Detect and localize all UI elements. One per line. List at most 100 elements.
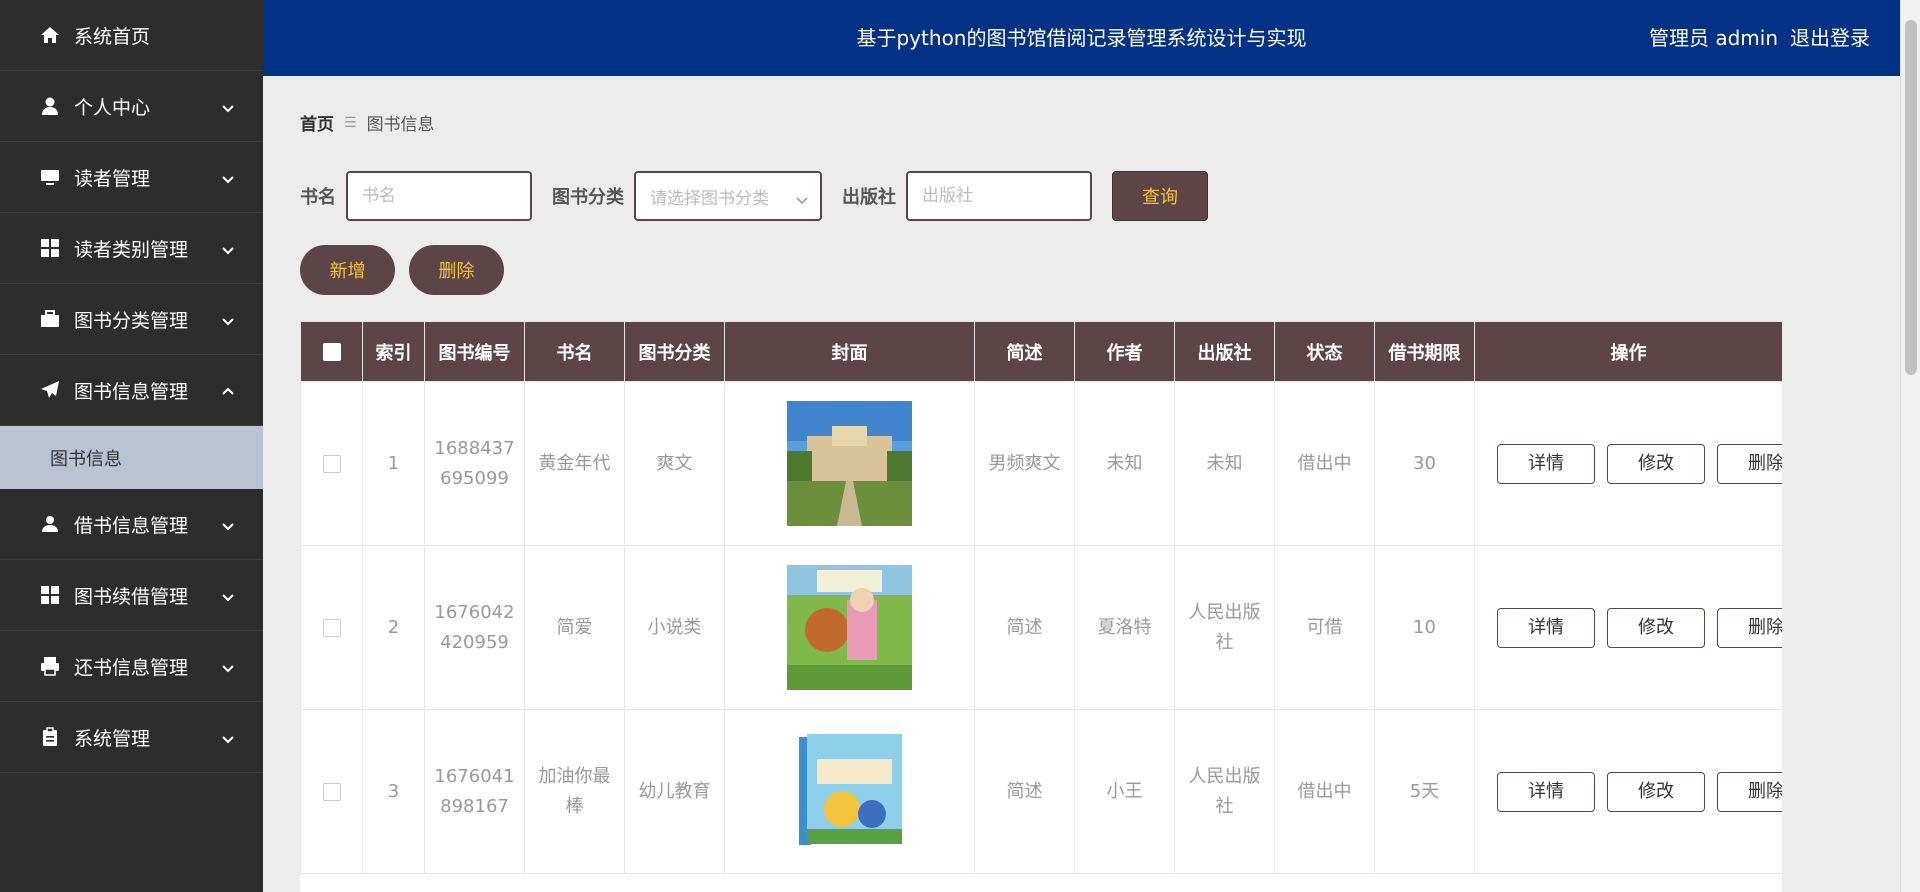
sidebar: 系统首页 个人中心 读者管理 读者类别管理 图书分类管理 图书信息管理 图书信息…: [0, 0, 263, 892]
sidebar-item-home[interactable]: 系统首页: [0, 0, 263, 71]
cell-period: 10: [1374, 545, 1475, 710]
cell-period: 30: [1374, 381, 1475, 546]
cell-desc: 简述: [974, 545, 1075, 710]
book-table: 索引 图书编号 书名 图书分类 封面 简述 作者 出版社 状态 借书期限 操作 …: [300, 321, 1782, 892]
sidebar-item-label: 借书信息管理: [74, 514, 189, 537]
breadcrumb-current: 图书信息: [366, 115, 435, 135]
delete-button[interactable]: 删除: [409, 245, 504, 295]
detail-button[interactable]: 详情: [1497, 443, 1595, 484]
action-bar: 新增 删除: [300, 245, 518, 295]
cell-code: 1676041898167: [424, 709, 525, 874]
chevron-down-icon: [221, 311, 235, 326]
detail-button[interactable]: 详情: [1497, 607, 1595, 648]
user-icon: [40, 96, 60, 116]
name-label: 书名: [300, 187, 336, 208]
chevron-down-icon: [221, 587, 235, 602]
row-checkbox[interactable]: [322, 618, 341, 637]
row-delete-button[interactable]: 删除: [1717, 607, 1782, 648]
cell-code: 1676042420959: [424, 545, 525, 710]
table-header-row: 索引 图书编号 书名 图书分类 封面 简述 作者 出版社 状态 借书期限 操作: [300, 321, 1782, 382]
sidebar-item-reader-management[interactable]: 读者管理: [0, 142, 263, 213]
sidebar-item-personal-center[interactable]: 个人中心: [0, 71, 263, 142]
cell-operations: 详情 修改 删除: [1474, 709, 1782, 874]
cell-category: 小说类: [624, 545, 725, 710]
edit-button[interactable]: 修改: [1607, 771, 1705, 812]
cell-status: 可借: [1274, 545, 1375, 710]
cell-category: 爽文: [624, 381, 725, 546]
edit-button[interactable]: 修改: [1607, 443, 1705, 484]
briefcase-icon: [40, 309, 60, 329]
sidebar-subitem-label: 图书信息: [50, 448, 122, 470]
sidebar-item-book-category[interactable]: 图书分类管理: [0, 284, 263, 355]
sidebar-item-reader-category[interactable]: 读者类别管理: [0, 213, 263, 284]
cell-index: 3: [362, 709, 425, 874]
row-checkbox[interactable]: [322, 454, 341, 473]
cell-name: 加油你最棒: [524, 709, 625, 874]
sidebar-item-borrow-management[interactable]: 借书信息管理: [0, 489, 263, 560]
col-header: 借书期限: [1374, 321, 1475, 382]
select-all-checkbox[interactable]: [322, 343, 341, 361]
cell-author: 小王: [1074, 709, 1175, 874]
scrollbar-thumb[interactable]: [1905, 20, 1917, 375]
sidebar-item-system-management[interactable]: 系统管理: [0, 702, 263, 773]
publisher-input[interactable]: [906, 171, 1092, 221]
cell-status: 借出中: [1274, 709, 1375, 874]
row-delete-button[interactable]: 删除: [1717, 443, 1782, 484]
col-header: 图书分类: [624, 321, 725, 382]
table-row: 1 1688437695099 黄金年代 爽文 男频爽文 未知 未知 借出中 3…: [300, 381, 1782, 546]
edit-button[interactable]: 修改: [1607, 607, 1705, 648]
add-button[interactable]: 新增: [300, 245, 395, 295]
page-scrollbar[interactable]: [1900, 0, 1920, 892]
grid-icon: [40, 585, 60, 605]
cell-status: 借出中: [1274, 381, 1375, 546]
cell-name: 简爱: [524, 545, 625, 710]
row-select-cell: [300, 545, 363, 710]
book-cover-image: [787, 401, 912, 526]
col-header: 作者: [1074, 321, 1175, 382]
cell-author: 夏洛特: [1074, 545, 1175, 710]
row-select-cell: [300, 709, 363, 874]
col-header: 图书编号: [424, 321, 525, 382]
chevron-down-icon: [221, 658, 235, 673]
sidebar-item-label: 系统管理: [74, 727, 151, 750]
table-row: 3 1676041898167 加油你最棒 幼儿教育 简述 小王 人民出版社 借…: [300, 709, 1782, 874]
query-button[interactable]: 查询: [1112, 171, 1208, 221]
breadcrumb-home[interactable]: 首页: [300, 110, 334, 135]
breadcrumb: 首页 ☰ 图书信息: [300, 110, 435, 136]
cell-desc: 简述: [974, 709, 1075, 874]
col-header: 操作: [1474, 321, 1782, 382]
sidebar-item-return-management[interactable]: 还书信息管理: [0, 631, 263, 702]
sidebar-item-label: 图书分类管理: [74, 309, 189, 332]
sidebar-item-book-info-management[interactable]: 图书信息管理: [0, 355, 263, 426]
chevron-down-icon: [221, 240, 235, 255]
table-row: 2 1676042420959 简爱 小说类 简述 夏洛特 人民出版社 可借 1…: [300, 545, 1782, 710]
cell-cover: [724, 709, 975, 874]
row-checkbox[interactable]: [322, 782, 341, 801]
row-select-cell: [300, 381, 363, 546]
sidebar-item-label: 读者类别管理: [74, 238, 189, 261]
name-input[interactable]: [346, 171, 532, 221]
category-placeholder: 请选择图书分类: [650, 188, 769, 209]
col-header: 封面: [724, 321, 975, 382]
category-select[interactable]: 请选择图书分类: [634, 171, 822, 221]
col-header: 索引: [362, 321, 425, 382]
sidebar-subitem-book-info[interactable]: 图书信息: [0, 426, 263, 489]
search-bar: 书名 图书分类 请选择图书分类 出版社 查询: [300, 171, 1208, 221]
logout-link[interactable]: 退出登录: [1790, 26, 1870, 50]
cell-operations: 详情 修改 删除: [1474, 545, 1782, 710]
chevron-down-icon: [221, 516, 235, 531]
sidebar-item-renew-management[interactable]: 图书续借管理: [0, 560, 263, 631]
col-header: 状态: [1274, 321, 1375, 382]
sidebar-item-label: 个人中心: [74, 96, 151, 119]
cell-code: 1688437695099: [424, 381, 525, 546]
cell-operations: 详情 修改 删除: [1474, 381, 1782, 546]
user-area: 管理员 admin 退出登录: [1637, 0, 1870, 76]
grid-icon: [40, 238, 60, 258]
cell-publisher: 人民出版社: [1174, 709, 1275, 874]
col-header: 简述: [974, 321, 1075, 382]
user-tie-icon: [40, 514, 60, 534]
detail-button[interactable]: 详情: [1497, 771, 1595, 812]
clipboard-icon: [40, 727, 60, 747]
row-delete-button[interactable]: 删除: [1717, 771, 1782, 812]
cell-name: 黄金年代: [524, 381, 625, 546]
